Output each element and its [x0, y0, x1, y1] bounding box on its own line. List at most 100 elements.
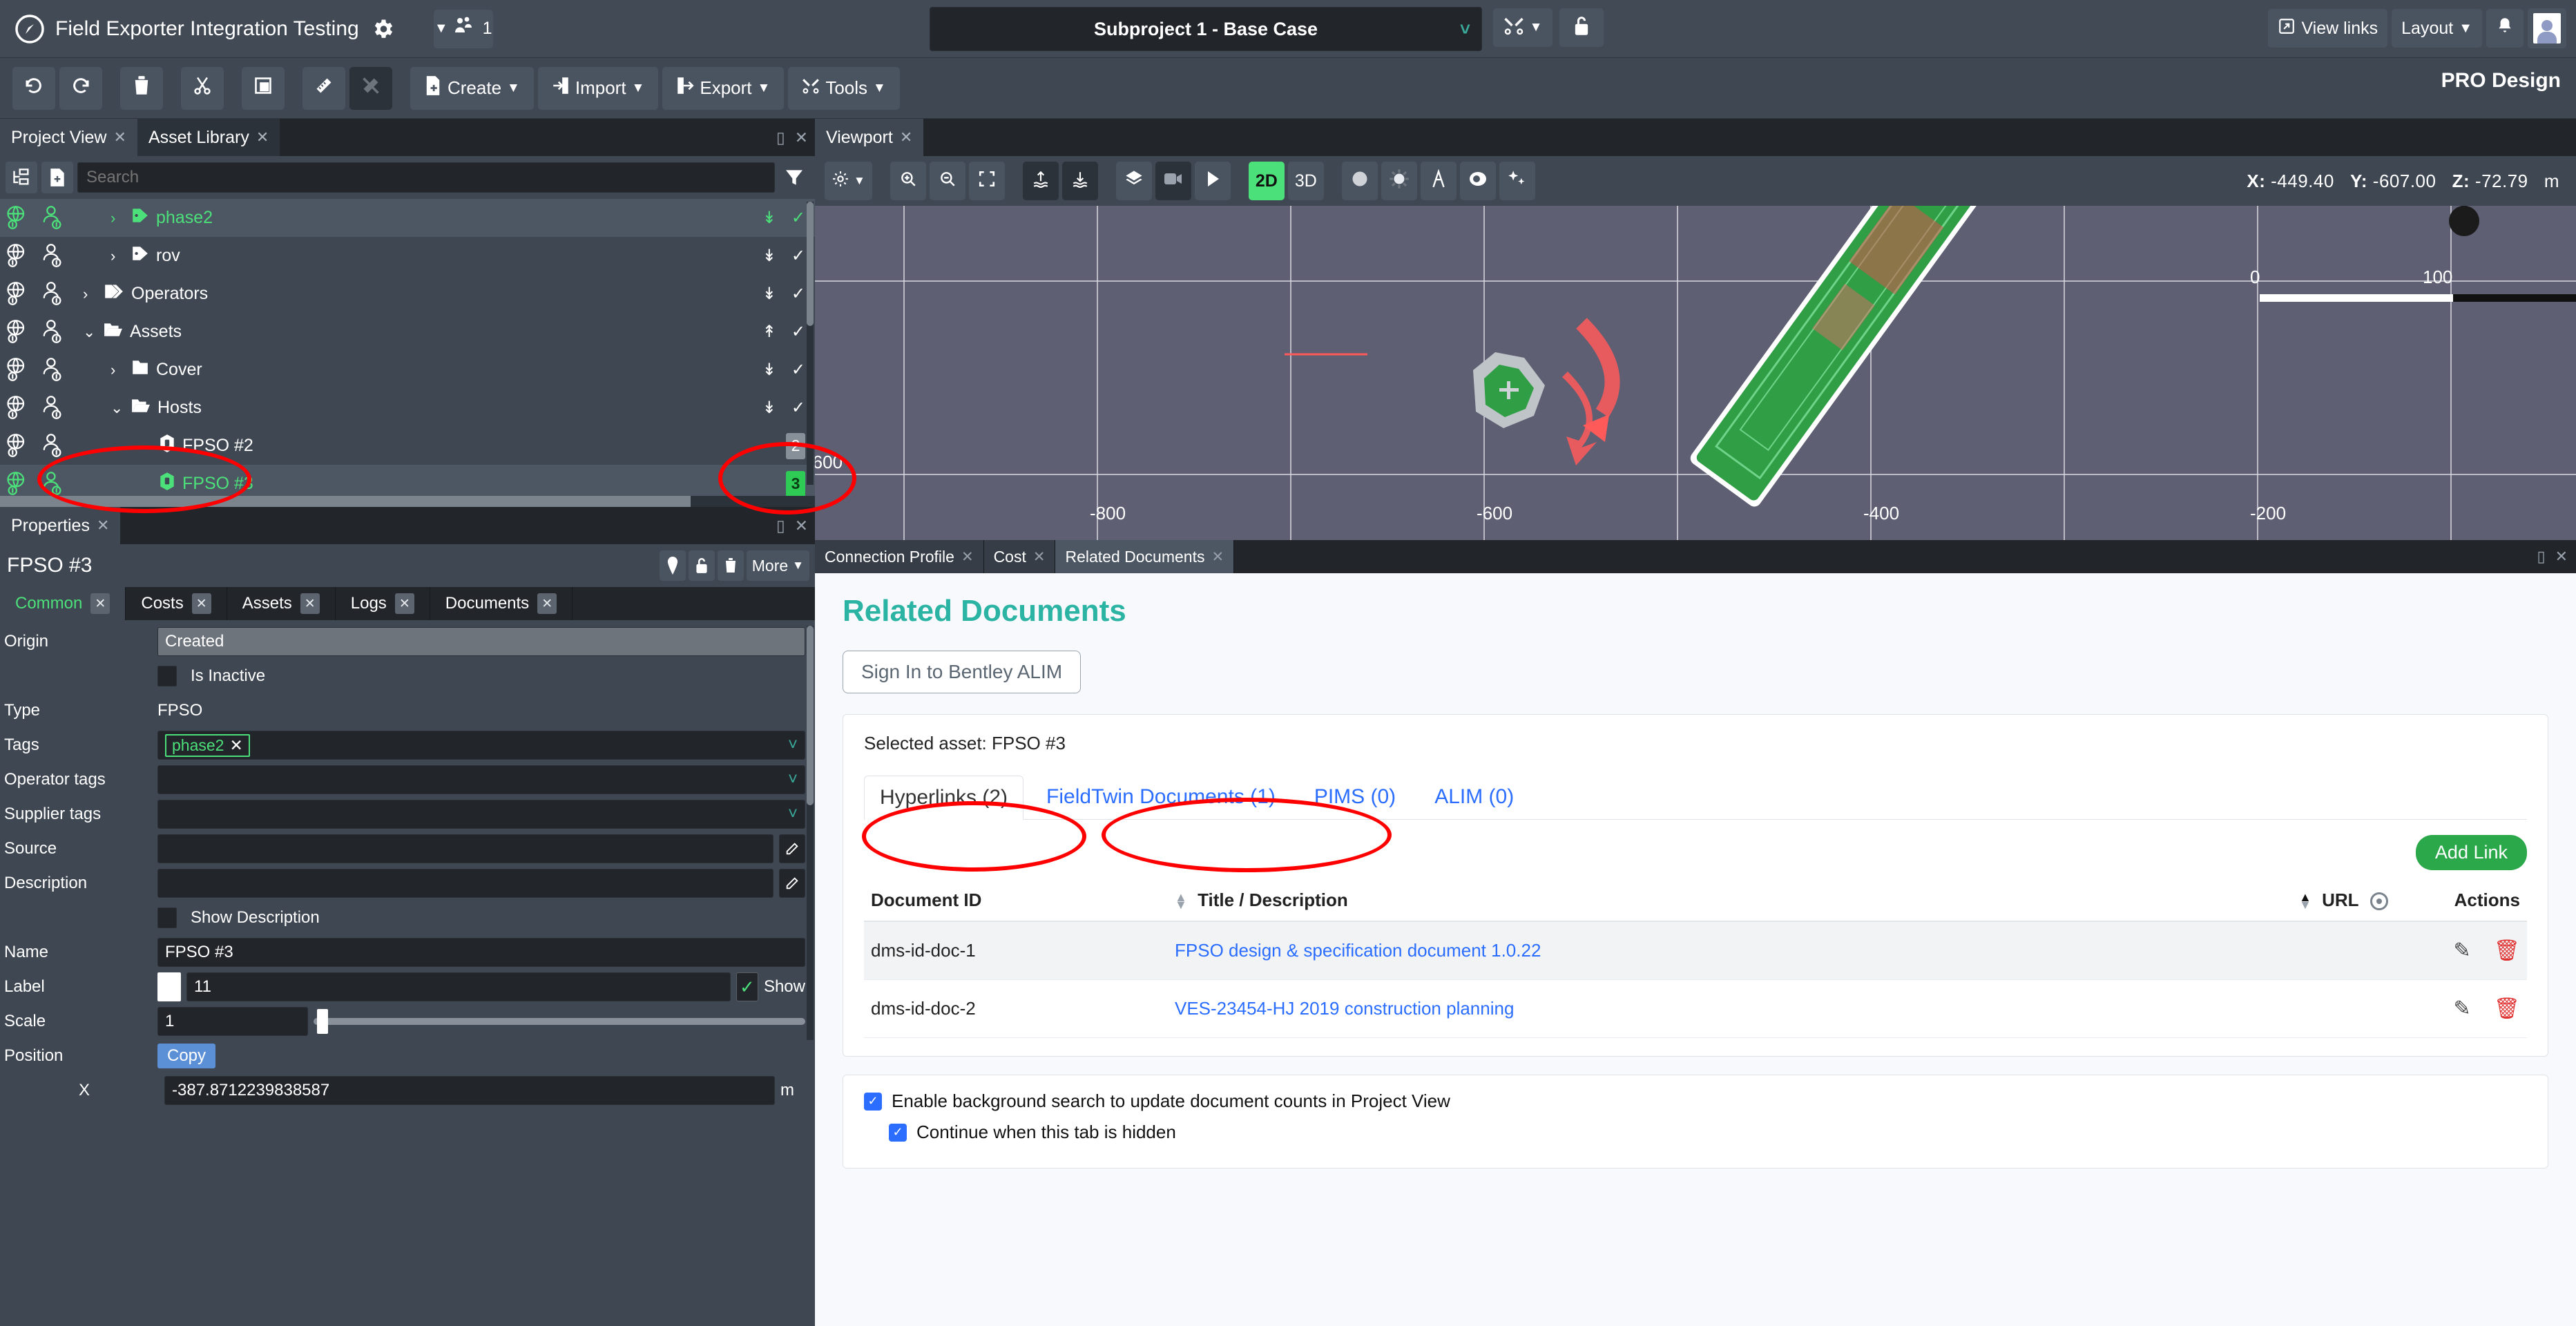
tree-item-operators[interactable]: › Operators ↡ ✓: [0, 275, 815, 313]
close-icon[interactable]: ✕: [1033, 548, 1046, 566]
layout-button[interactable]: Layout ▼: [2392, 9, 2482, 48]
option-checkbox[interactable]: ✓: [864, 1092, 882, 1111]
tree-item-assets[interactable]: ⌄ Assets ↟ ✓: [0, 313, 815, 351]
tools-button[interactable]: ▼: [1493, 8, 1553, 47]
trash-icon[interactable]: 🗑: [2494, 997, 2520, 1020]
close-icon[interactable]: ✕: [256, 128, 269, 146]
source-tab-alim-0[interactable]: ALIM (0): [1419, 775, 1530, 819]
close-icon[interactable]: ✕: [1211, 548, 1224, 566]
collapse-all-icon[interactable]: ↡: [762, 246, 776, 266]
tree-item-phase2[interactable]: › phase2 ↡ ✓: [0, 199, 815, 237]
caret-icon[interactable]: ⌄: [83, 323, 97, 341]
sort-icon[interactable]: ▲ ▼: [2299, 891, 2311, 910]
table-row[interactable]: dms-id-doc-1 FPSO design & specification…: [864, 921, 2527, 980]
tree-item-cover[interactable]: › Cover ↡ ✓: [0, 351, 815, 389]
edit-pencil-icon[interactable]: [779, 834, 805, 863]
x-input[interactable]: -387.8712239838587: [164, 1076, 775, 1105]
view-links-button[interactable]: View links: [2268, 9, 2388, 48]
scale-input[interactable]: 1: [157, 1007, 308, 1036]
import-button[interactable]: Import ▼: [537, 66, 659, 110]
close-icon[interactable]: ✕: [90, 593, 110, 614]
properties-tab-common[interactable]: Common ✕: [0, 587, 126, 620]
eye-icon[interactable]: [2370, 892, 2389, 911]
tag-chip[interactable]: phase2 ✕: [165, 733, 250, 757]
avatar[interactable]: [2528, 8, 2566, 48]
tree-item-fpso-2[interactable]: FPSO #2 2: [0, 427, 815, 465]
person-icon[interactable]: [40, 395, 66, 421]
popout-icon[interactable]: ▯: [776, 128, 785, 147]
measure-disabled-button[interactable]: [349, 66, 392, 110]
redo-button[interactable]: [59, 66, 102, 110]
properties-tab-logs[interactable]: Logs ✕: [336, 587, 430, 620]
collapse-all-icon[interactable]: ↡: [762, 360, 776, 380]
edit-pencil-icon[interactable]: [779, 869, 805, 898]
label-show-checkbox[interactable]: ✓: [736, 972, 758, 1001]
globe-icon[interactable]: [6, 319, 32, 345]
measure-button[interactable]: [302, 66, 345, 110]
close-icon[interactable]: ✕: [2555, 548, 2568, 566]
show-description-checkbox[interactable]: [157, 907, 177, 928]
source-tab-pims-0[interactable]: PIMS (0): [1298, 775, 1412, 819]
subproject-select[interactable]: Subproject 1 - Base Case ˅: [930, 7, 1482, 51]
properties-scrollbar[interactable]: [807, 626, 814, 1040]
tab-project-view[interactable]: Project View ✕: [0, 119, 137, 156]
tab-viewport[interactable]: Viewport ✕: [815, 119, 924, 156]
undo-button[interactable]: [12, 66, 55, 110]
trash-icon[interactable]: 🗑: [2494, 939, 2520, 962]
document-link[interactable]: VES-23454-HJ 2019 construction planning: [1175, 998, 1514, 1019]
play-button[interactable]: [1194, 162, 1231, 200]
tab-asset-library[interactable]: Asset Library ✕: [137, 119, 280, 156]
close-icon[interactable]: ✕: [537, 593, 557, 614]
label-input[interactable]: 11: [186, 972, 731, 1001]
tree-item-rov[interactable]: › rov ↡ ✓: [0, 237, 815, 275]
more-button[interactable]: More ▼: [746, 550, 809, 581]
globe-icon[interactable]: [6, 471, 32, 497]
is-inactive-checkbox[interactable]: [157, 666, 177, 686]
collapse-all-icon[interactable]: ↡: [762, 284, 776, 304]
check-icon[interactable]: ✓: [791, 360, 805, 380]
table-row[interactable]: dms-id-doc-2 VES-23454-HJ 2019 construct…: [864, 979, 2527, 1038]
check-icon[interactable]: ✓: [791, 208, 805, 228]
close-icon[interactable]: ✕: [97, 517, 109, 535]
sphere-button[interactable]: [1341, 162, 1378, 200]
close-icon[interactable]: ✕: [191, 593, 211, 614]
caret-icon[interactable]: ⌄: [110, 399, 124, 417]
delete-button[interactable]: [120, 66, 163, 110]
documents-tab-related-documents[interactable]: Related Documents ✕: [1055, 540, 1235, 573]
group-users-button[interactable]: ▼ 1: [433, 9, 493, 48]
tools-menu-button[interactable]: Tools ▼: [788, 66, 900, 110]
view-3d-button[interactable]: 3D: [1287, 162, 1324, 200]
popout-icon[interactable]: ▯: [2537, 548, 2545, 566]
check-icon[interactable]: ✓: [791, 398, 805, 418]
copy-position-button[interactable]: Copy: [157, 1044, 216, 1068]
document-count-badge[interactable]: 3: [786, 470, 805, 496]
pencil-icon[interactable]: ✎: [2454, 939, 2471, 962]
unlock-icon[interactable]: [688, 550, 715, 581]
collapse-all-icon[interactable]: ↡: [762, 398, 776, 418]
filter-icon[interactable]: [779, 162, 809, 193]
sign-in-alim-button[interactable]: Sign In to Bentley ALIM: [843, 651, 1082, 693]
caret-icon[interactable]: ›: [110, 247, 124, 265]
new-folder-icon[interactable]: [41, 162, 73, 193]
document-link[interactable]: FPSO design & specification document 1.0…: [1175, 940, 1541, 961]
camera-button[interactable]: [1155, 162, 1191, 200]
gear-icon[interactable]: [369, 15, 396, 43]
tree-view-icon[interactable]: [6, 162, 37, 193]
close-icon[interactable]: ✕: [795, 517, 808, 535]
close-icon[interactable]: ✕: [229, 736, 242, 755]
create-button[interactable]: Create ▼: [410, 66, 534, 110]
col-document-id[interactable]: Document ID: [864, 880, 1168, 922]
close-icon[interactable]: ✕: [300, 593, 320, 614]
globe-icon[interactable]: [6, 395, 32, 421]
popout-icon[interactable]: ▯: [776, 517, 785, 535]
person-icon[interactable]: [40, 357, 66, 383]
close-icon[interactable]: ✕: [961, 548, 974, 566]
col-url[interactable]: ▲ ▼ URL: [2292, 880, 2423, 922]
add-link-button[interactable]: Add Link: [2415, 835, 2527, 870]
label-color-swatch[interactable]: [157, 972, 181, 1001]
zoom-in-button[interactable]: [890, 162, 926, 200]
zoom-out-button[interactable]: [929, 162, 965, 200]
scale-slider[interactable]: [314, 1007, 805, 1036]
person-icon[interactable]: [40, 433, 66, 459]
lambda-button[interactable]: [1420, 162, 1457, 200]
